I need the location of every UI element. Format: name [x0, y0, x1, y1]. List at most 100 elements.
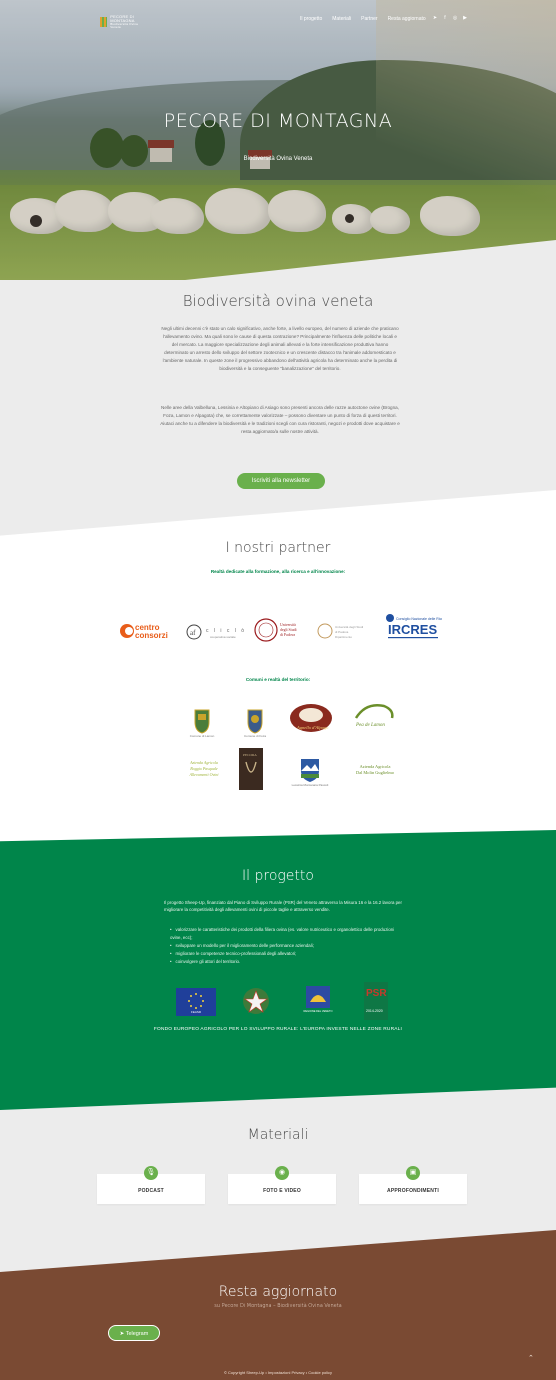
intro-title: Biodiversità ovina veneta — [182, 292, 374, 310]
footer-subtitle: su Pecore Di Montagna – Biodiversità Ovi… — [214, 1303, 342, 1309]
svg-text:Università: Università — [280, 623, 296, 627]
social-links: ➤ f ◎ ▶ — [432, 15, 468, 21]
svg-text:PECORA: PECORA — [243, 753, 257, 757]
pecora-lamon-logo-icon: Pea de Lamon — [354, 704, 394, 728]
site-logo[interactable]: PECORE DI MONTAGNA Biodiversità Ovina Ve… — [100, 15, 140, 29]
svg-text:Pea de Lamon: Pea de Lamon — [355, 723, 385, 728]
agnello-alpago-logo-icon: Agnello d'Alpago — [290, 704, 332, 732]
university-seal-icon: Università degli Studi di Padova — [254, 618, 297, 642]
telegram-button[interactable]: ➤ Telegram — [108, 1325, 160, 1341]
italian-emblem-icon — [243, 988, 269, 1014]
intro-paragraph-1: Negli ultimi decenni c'è stato un calo s… — [161, 326, 399, 371]
shield-icon — [301, 759, 319, 782]
clicle-logo-icon: af c l i c l ò cooperativa sociale — [186, 624, 246, 640]
partners-title: I nostri partner — [225, 540, 331, 556]
partner-logo-lessinia[interactable]: Lessinia Montanara Pascoli — [290, 752, 330, 792]
partner-logo-centro-consorzi[interactable]: centro consorzi — [118, 620, 178, 642]
partners-subtitle-research: Realtà dedicate alla formazione, alla ri… — [210, 569, 346, 574]
logo-text: PECORE DI MONTAGNA Biodiversità Ovina Ve… — [110, 15, 140, 29]
partner-logo-pecora-brogna[interactable]: PECORA — [239, 748, 263, 790]
footer-title: Resta aggiornato — [218, 1284, 338, 1300]
svg-text:2014-2020: 2014-2020 — [366, 1009, 383, 1013]
svg-text:c l i c l ò: c l i c l ò — [206, 628, 246, 634]
svg-text:Agnello d'Alpago: Agnello d'Alpago — [296, 725, 329, 730]
partner-logo-unipd-2[interactable]: Università degli Studi di Padova Diparti… — [316, 620, 376, 642]
telegram-icon[interactable]: ➤ — [432, 15, 438, 21]
feasr-label: FEASR — [190, 1010, 201, 1014]
copyright-text: © Copyright Sheep-Up • Impostazioni Priv… — [223, 1370, 332, 1375]
partner-logo-clicle[interactable]: af c l i c l ò cooperativa sociale — [186, 622, 248, 642]
project-goal-item: sviluppare un modello per il miglioramen… — [170, 942, 400, 950]
hero-subtitle: Biodiversità Ovina Veneta — [243, 156, 313, 162]
main-menu: Il progetto Materiali Partner Resta aggi… — [300, 16, 426, 22]
pecora-brogna-logo-icon: PECORA — [239, 748, 263, 790]
material-card-foto-video[interactable]: ◉ FOTO E VIDEO — [228, 1166, 336, 1204]
back-to-top-icon[interactable]: ⌃ — [528, 1354, 534, 1362]
material-card-approfondimenti[interactable]: ▣ APPROFONDIMENTI — [359, 1166, 467, 1204]
sheep-logo-icon — [100, 17, 108, 27]
camera-icon: ◉ — [275, 1166, 289, 1180]
project-title: Il progetto — [242, 868, 314, 884]
material-card-label: FOTO E VIDEO — [263, 1188, 301, 1194]
university-seal-icon: Università degli Studi di Padova Diparti… — [317, 623, 364, 639]
regione-veneto-icon — [306, 986, 330, 1008]
briefcase-icon: ▣ — [406, 1166, 420, 1180]
facebook-icon[interactable]: f — [442, 15, 448, 21]
partner-logo-dal-molin[interactable]: Azienda Agricola Dal Molin Guglielmo — [350, 758, 400, 782]
hero-title: PECORE DI MONTAGNA — [163, 110, 393, 132]
project-goal-item: valorizzare le caratteristiche dei prodo… — [170, 926, 400, 942]
regione-veneto-label: REGIONE DEL VENETO — [303, 1010, 333, 1013]
instagram-icon[interactable]: ◎ — [452, 15, 458, 21]
svg-text:Consiglio Nazionale delle Rice: Consiglio Nazionale delle Ricerche — [396, 617, 442, 621]
partner-logo-comune-foza[interactable]: Comune di Foza — [237, 700, 273, 744]
partners-subtitle-territory: Comuni e realtà del territorio: — [245, 677, 311, 682]
partner-logo-ircres[interactable]: Consiglio Nazionale delle Ricerche IRCRE… — [384, 612, 442, 642]
psr-logo-icon: PSR 2014-2020 — [364, 982, 388, 1020]
partner-logo-unipd-1[interactable]: Università degli Studi di Padova — [254, 616, 310, 644]
svg-text:consorzi: consorzi — [135, 631, 168, 640]
telegram-button-label: Telegram — [125, 1331, 149, 1337]
material-card-label: APPROFONDIMENTI — [387, 1188, 439, 1194]
psr-veneto-logo: PSR 2014-2020 — [362, 982, 390, 1020]
svg-text:degli Studi: degli Studi — [280, 628, 297, 632]
hero-banner — [0, 0, 556, 280]
project-intro: Il progetto Sheep-Up, finanziato dal Pia… — [164, 900, 402, 912]
material-card-label: PODCAST — [138, 1188, 164, 1194]
eafrd-slogan: FONDO EUROPEO AGRICOLO PER LO SVILUPPO R… — [153, 1027, 403, 1032]
newsletter-button[interactable]: Iscriviti alla newsletter — [237, 473, 325, 489]
logo-tagline: Biodiversità Ovina Veneta — [110, 22, 138, 29]
material-card-podcast[interactable]: 🎙 PODCAST — [97, 1166, 205, 1204]
partner-logo-comune-lamon[interactable]: Comune di Lamon — [184, 700, 220, 744]
project-goals-list: valorizzare le caratteristiche dei prodo… — [170, 926, 400, 966]
svg-text:Università degli Studi: Università degli Studi — [335, 625, 364, 629]
nav-item-resta-aggiornato[interactable]: Resta aggiornato — [388, 16, 426, 22]
svg-text:IRCRES: IRCRES — [388, 622, 437, 637]
top-navigation: PECORE DI MONTAGNA Biodiversità Ovina Ve… — [0, 0, 556, 40]
partner-logo-agnello-alpago[interactable]: Agnello d'Alpago — [288, 702, 334, 734]
svg-text:di Padova: di Padova — [335, 630, 349, 634]
italian-republic-emblem — [241, 986, 271, 1018]
svg-text:PSR: PSR — [366, 988, 387, 999]
ircres-logo-icon: Consiglio Nazionale delle Ricerche IRCRE… — [386, 614, 442, 639]
hero-overlay — [0, 0, 556, 280]
microphone-icon: 🎙 — [144, 1166, 158, 1180]
nav-item-materiali[interactable]: Materiali — [332, 16, 351, 22]
centro-consorzi-logo-icon: centro consorzi — [120, 623, 168, 640]
intro-paragraph-2: Nelle aree della Valbelluna, Lessinia e … — [160, 405, 400, 434]
materials-title: Materiali — [247, 1127, 309, 1143]
youtube-icon[interactable]: ▶ — [462, 15, 468, 21]
nav-item-progetto[interactable]: Il progetto — [300, 16, 322, 22]
project-goal-item: migliorare le competenze tecnico-profess… — [170, 950, 400, 958]
eu-flag-logo: FEASR — [176, 988, 216, 1016]
partner-logo-azienda-boggio[interactable]: Azienda Agricola Boggio Pasquale Allevamen… — [176, 752, 232, 786]
coat-of-arms-icon — [247, 709, 263, 734]
nav-item-partner[interactable]: Partner — [361, 16, 377, 22]
svg-text:Dipartimento: Dipartimento — [335, 635, 352, 639]
partner-logo-pecora-lamon[interactable]: Pea de Lamon — [350, 700, 400, 734]
regione-veneto-logo: REGIONE DEL VENETO — [300, 986, 336, 1018]
svg-text:cooperativa sociale: cooperativa sociale — [210, 635, 236, 639]
svg-text:di Padova: di Padova — [280, 633, 295, 637]
svg-text:af: af — [190, 629, 196, 637]
coat-of-arms-icon — [194, 709, 210, 734]
project-goal-item: coinvolgere gli attori del territorio. — [170, 958, 400, 966]
